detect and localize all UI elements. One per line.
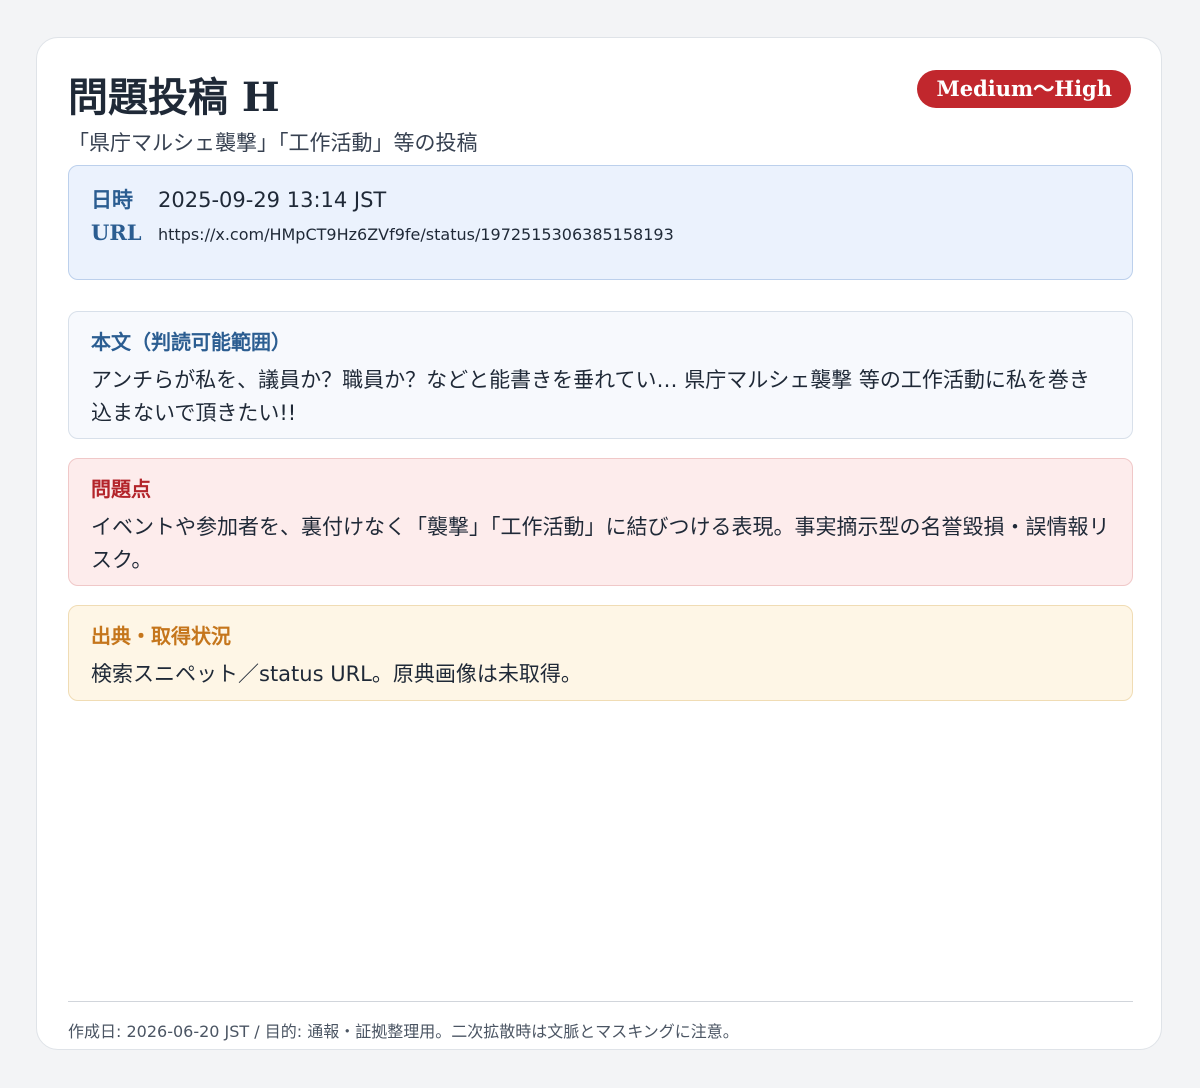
issue-section: 問題点 イベントや参加者を、裏付けなく「襲撃」「工作活動」に結びつける表現。事実…	[68, 458, 1133, 586]
source-section-text: 検索スニペット／status URL。原典画像は未取得。	[91, 662, 582, 686]
issue-section-label: 問題点	[91, 477, 151, 501]
source-section: 出典・取得状況 検索スニペット／status URL。原典画像は未取得。	[68, 605, 1133, 701]
date-row: 日時 2025-09-29 13:14 JST	[91, 184, 386, 214]
footer-divider	[68, 1001, 1133, 1002]
post-url-link[interactable]: https://x.com/HMpCT9Hz6ZVf9fe/status/197…	[158, 225, 674, 244]
url-row: URL https://x.com/HMpCT9Hz6ZVf9fe/status…	[91, 220, 674, 245]
date-value: 2025-09-29 13:14 JST	[158, 188, 387, 212]
issue-section-text: イベントや参加者を、裏付けなく「襲撃」「工作活動」に結びつける表現。事実摘示型の…	[91, 515, 1110, 572]
report-card: 問題投稿 H 「県庁マルシェ襲撃」「工作活動」等の投稿 Medium〜High …	[36, 37, 1162, 1050]
date-label: 日時	[91, 187, 133, 212]
body-section-text: アンチらが私を、議員か？職員か？などと能書きを垂れてい… 県庁マルシェ襲撃 等の…	[91, 368, 1090, 425]
body-section-label: 本文（判読可能範囲）	[91, 330, 291, 354]
meta-info-box: 日時 2025-09-29 13:14 JST URL https://x.co…	[68, 165, 1133, 280]
footer-note: 作成日: 2026-06-20 JST / 目的: 通報・証拠整理用。二次拡散時…	[68, 1022, 739, 1041]
post-body-section: 本文（判読可能範囲） アンチらが私を、議員か？職員か？などと能書きを垂れてい… …	[68, 311, 1133, 439]
page-title: 問題投稿 H	[68, 74, 280, 121]
source-section-label: 出典・取得状況	[91, 624, 231, 648]
url-label: URL	[91, 220, 142, 245]
severity-badge: Medium〜High	[917, 70, 1131, 108]
page-subtitle: 「県庁マルシェ襲撃」「工作活動」等の投稿	[68, 131, 478, 155]
